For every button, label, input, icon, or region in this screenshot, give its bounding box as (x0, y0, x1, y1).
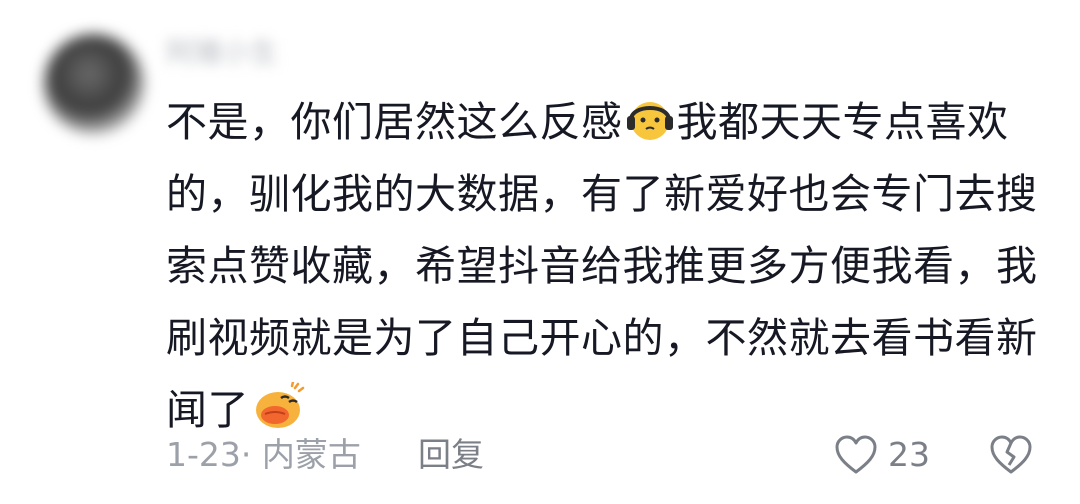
comment-date: 1-23 (166, 435, 241, 474)
comment-line: 不是，你们居然这么反感 我都天天专点喜欢 (166, 86, 1026, 158)
avatar[interactable] (44, 34, 144, 134)
comment-line: 的，驯化我的大数据，有了新爱好也会专门去搜 (166, 170, 1038, 218)
like-count: 23 (888, 435, 930, 474)
kissing-face-emoji-icon (256, 382, 305, 428)
meta-separator: · (240, 435, 252, 474)
comment-line-text: 闻了 (166, 386, 249, 434)
comment-meta: 1-23· 内蒙古 (166, 430, 361, 480)
comment-item: 阿猪小生 不是，你们居然这么反感 我都天天专点喜欢 的，驯化我的大数据，有了新爱… (0, 0, 1080, 504)
comment-line-text: 不是，你们居然这么反感 (166, 98, 623, 146)
heart-icon[interactable] (834, 434, 878, 476)
comment-line-text: 我都天天专点喜欢 (676, 98, 1009, 146)
comment-location: 内蒙古 (261, 435, 361, 474)
broken-heart-icon[interactable] (988, 432, 1034, 478)
comment-line: 刷视频就是为了自己开心的，不然就去看书看新 (166, 314, 1038, 362)
comment-line: 索点赞收藏，希望抖音给我推更多方便我看，我 (166, 242, 1038, 290)
reply-button[interactable]: 回复 (418, 430, 484, 480)
comment-text: 不是，你们居然这么反感 我都天天专点喜欢 的，驯化我的大数据，有了新爱好也会专门… (166, 86, 1038, 446)
like-button[interactable]: 23 (834, 430, 930, 480)
comment-footer: 1-23· 内蒙古 回复 23 (166, 430, 1036, 480)
username[interactable]: 阿猪小生 (166, 36, 278, 70)
headphone-face-emoji-icon (626, 102, 673, 140)
